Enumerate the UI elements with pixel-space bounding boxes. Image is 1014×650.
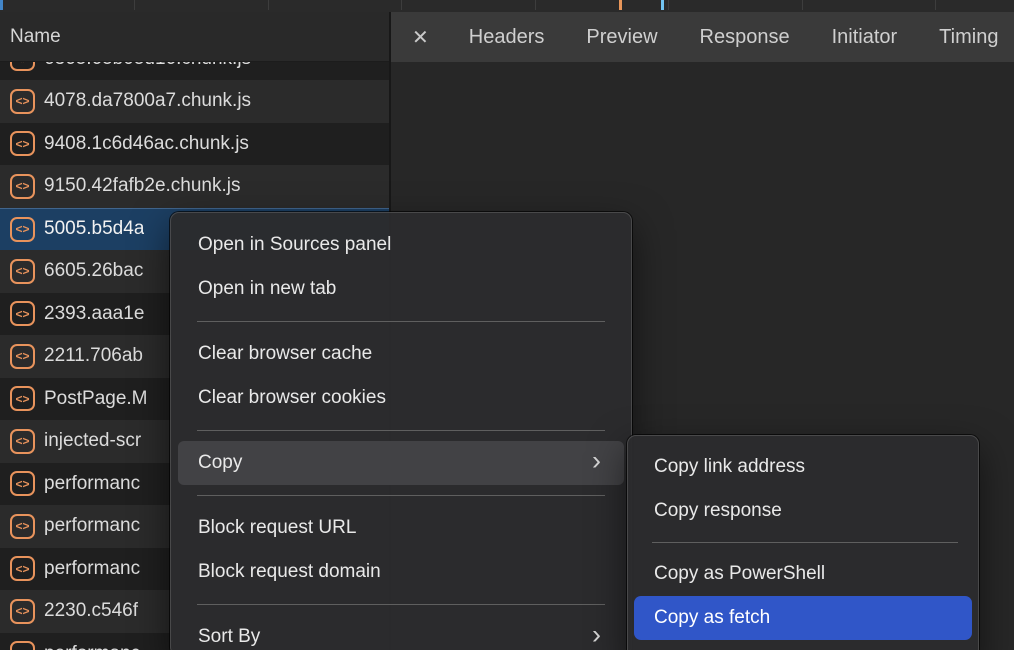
timeline-divider [668, 0, 669, 10]
js-file-icon: <> [10, 259, 35, 284]
request-name: 2230.c546f [44, 600, 138, 622]
timeline-divider [134, 0, 135, 10]
menu-separator [197, 604, 605, 605]
network-request-row[interactable]: <> 9150.42fafb2e.chunk.js [0, 165, 389, 208]
submenu-chevron-icon: › [592, 438, 601, 482]
request-name: performanc [44, 643, 140, 650]
network-request-row[interactable]: <> 9408.1c6d46ac.chunk.js [0, 123, 389, 166]
menu-item-label: Block request URL [198, 517, 356, 538]
js-file-icon: <> [10, 174, 35, 199]
menu-item-block-request-domain[interactable]: Block request domain [171, 550, 631, 594]
detail-tab-bar: ✕ Headers Preview Response Initiator Timing [391, 12, 1014, 62]
js-file-icon: <> [10, 429, 35, 454]
menu-item-copy-as-powershell[interactable]: Copy as PowerShell [628, 552, 978, 596]
timeline-divider [935, 0, 936, 10]
name-column-header[interactable]: Name [0, 12, 389, 62]
menu-item-label: Clear browser cache [198, 343, 372, 364]
menu-item-label: Copy response [654, 500, 782, 521]
js-file-icon: <> [10, 344, 35, 369]
js-file-icon: <> [10, 641, 35, 650]
timeline-divider [268, 0, 269, 10]
close-icon: ✕ [412, 27, 429, 49]
menu-item-label: Block request domain [198, 561, 381, 582]
js-file-icon: <> [10, 386, 35, 411]
js-file-icon: <> [10, 599, 35, 624]
request-name: performanc [44, 515, 140, 537]
menu-item-block-request-url[interactable]: Block request URL [171, 506, 631, 550]
detail-tabs: Headers Preview Response Initiator Timing [469, 26, 1014, 49]
request-name: 4078.da7800a7.chunk.js [44, 90, 251, 112]
network-request-row[interactable]: <> 4078.da7800a7.chunk.js [0, 80, 389, 123]
menu-separator [197, 430, 605, 431]
js-file-icon: <> [10, 131, 35, 156]
menu-item-label: Copy as PowerShell [654, 563, 825, 584]
js-file-icon: <> [10, 89, 35, 114]
menu-item-open-in-new-tab[interactable]: Open in new tab [171, 267, 631, 311]
request-name: 9408.1c6d46ac.chunk.js [44, 133, 249, 155]
tab-response[interactable]: Response [700, 26, 790, 49]
timeline-tick [661, 0, 664, 10]
request-name: 6365.65b05d16.chunk.js [44, 62, 251, 70]
request-name: 2393.aaa1e [44, 303, 144, 325]
timeline-tick [619, 0, 622, 10]
timeline-divider [802, 0, 803, 10]
request-name: injected-scr [44, 430, 141, 452]
menu-item-label: Clear browser cookies [198, 387, 386, 408]
devtools-network-panel: Name <> 6365.65b05d16.chunk.js <> 4078.da78… [0, 0, 1014, 650]
request-name: performanc [44, 558, 140, 580]
tab-initiator[interactable]: Initiator [832, 26, 898, 49]
request-name: 5005.b5d4a [44, 218, 144, 240]
request-name: 2211.706ab [44, 345, 143, 367]
timeline-divider [535, 0, 536, 10]
copy-submenu: Copy link address Copy response Copy as Po… [627, 435, 979, 650]
tab-preview[interactable]: Preview [586, 26, 657, 49]
tab-timing[interactable]: Timing [939, 26, 998, 49]
menu-item-label: Copy [198, 452, 242, 473]
menu-item-sort-by[interactable]: Sort By › [171, 615, 631, 650]
request-name: 6605.26bac [44, 260, 143, 282]
menu-separator [197, 321, 605, 322]
tab-headers[interactable]: Headers [469, 26, 545, 49]
js-file-icon: <> [10, 556, 35, 581]
js-file-icon: <> [10, 217, 35, 242]
menu-item-clear-browser-cache[interactable]: Clear browser cache [171, 332, 631, 376]
request-name: 9150.42fafb2e.chunk.js [44, 175, 241, 197]
network-request-row[interactable]: <> 6365.65b05d16.chunk.js [0, 62, 389, 80]
js-file-icon: <> [10, 301, 35, 326]
timeline-divider [401, 0, 402, 10]
menu-item-label: Copy as fetch [654, 607, 770, 628]
menu-separator [197, 495, 605, 496]
context-menu: Open in Sources panel Open in new tab Clea… [170, 212, 632, 650]
menu-item-label: Open in new tab [198, 278, 336, 299]
submenu-chevron-icon: › [592, 612, 601, 650]
timeline-tick [0, 0, 3, 10]
menu-separator [652, 542, 958, 543]
request-name: performanc [44, 473, 140, 495]
menu-item-copy[interactable]: Copy › [178, 441, 624, 485]
menu-item-label: Open in Sources panel [198, 234, 391, 255]
js-file-icon: <> [10, 514, 35, 539]
js-file-icon: <> [10, 62, 35, 71]
request-name: PostPage.M [44, 388, 148, 410]
menu-item-clear-browser-cookies[interactable]: Clear browser cookies [171, 376, 631, 420]
menu-item-copy-as-fetch[interactable]: Copy as fetch [634, 596, 972, 640]
js-file-icon: <> [10, 471, 35, 496]
menu-item-label: Copy link address [654, 456, 805, 477]
close-panel-button[interactable]: ✕ [412, 25, 429, 50]
menu-item-open-in-sources-panel[interactable]: Open in Sources panel [171, 223, 631, 267]
menu-item-label: Sort By [198, 626, 260, 647]
menu-item-copy-link-address[interactable]: Copy link address [628, 445, 978, 489]
menu-item-copy-response[interactable]: Copy response [628, 489, 978, 533]
